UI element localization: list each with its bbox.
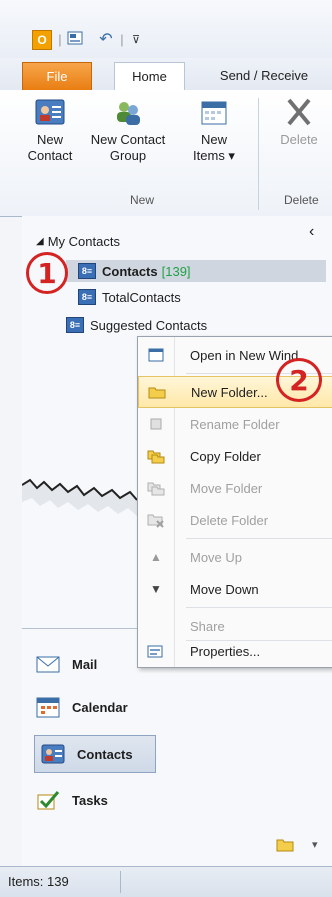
nav-button-label: Mail <box>72 656 98 672</box>
new-contact-group-label-1: New Contact <box>90 132 166 147</box>
new-items-label-2: Items ▾ <box>193 148 235 163</box>
undo-icon[interactable]: ↶ <box>96 30 116 48</box>
tree-item-totalcontacts[interactable]: 8≡ TotalContacts <box>78 286 181 308</box>
tree-root-label: My Contacts <box>47 233 120 249</box>
collapse-triangle-icon[interactable]: ◢ <box>36 236 44 247</box>
group-label-new: New <box>130 193 155 207</box>
open-window-icon <box>147 347 165 363</box>
mail-envelope-icon <box>36 653 60 675</box>
delete-label: Delete <box>280 132 318 147</box>
arrow-up-icon: ▲ <box>150 550 162 564</box>
new-contact-label-1: New <box>36 132 63 147</box>
new-contact-group-label-2: Group <box>109 148 147 163</box>
new-items-label-1: New <box>200 132 227 147</box>
menu-item-properties[interactable]: Properties... <box>138 635 332 667</box>
nav-button-label: Calendar <box>72 699 128 715</box>
menu-item-delete-folder: Delete Folder <box>138 504 332 536</box>
menu-item-move-folder: Move Folder <box>138 472 332 504</box>
calendar-items-icon <box>198 96 230 128</box>
status-bar: Items: 139 <box>0 866 332 897</box>
new-contact-group-button[interactable]: New Contact Group <box>82 90 174 164</box>
torn-page-divider <box>21 440 138 560</box>
delete-button[interactable]: Delete <box>266 90 332 148</box>
tab-home[interactable]: Home <box>114 62 185 91</box>
contacts-folder-icon: 8≡ <box>78 263 96 279</box>
tab-send-receive[interactable]: Send / Receive <box>196 62 332 89</box>
arrow-down-icon: ▼ <box>150 582 162 596</box>
new-items-button[interactable]: New Items ▾ <box>184 90 244 164</box>
tree-item-suggested-contacts[interactable]: 8≡ Suggested Contacts <box>66 314 207 336</box>
tasks-checkmark-icon <box>36 789 60 811</box>
menu-item-label: Share <box>190 618 225 634</box>
tree-item-label: Contacts <box>102 263 158 279</box>
menu-item-move-down[interactable]: ▼ Move Down <box>138 573 332 605</box>
new-contact-label-2: Contact <box>27 148 73 163</box>
calendar-icon <box>36 696 60 718</box>
menu-item-move-up: ▲ Move Up <box>138 541 332 573</box>
properties-icon <box>147 643 165 659</box>
rename-folder-icon <box>147 416 165 432</box>
ribbon: New Contact New Contact Group New Items … <box>0 90 332 217</box>
menu-item-label: Rename Folder <box>190 416 280 432</box>
tree-item-contacts[interactable]: 8≡ Contacts [139] <box>66 260 326 282</box>
menu-item-label: Move Down <box>190 581 259 597</box>
status-separator <box>120 871 121 893</box>
nav-button-label: Tasks <box>72 792 108 808</box>
contacts-folder-icon: 8≡ <box>78 289 96 305</box>
outlook-logo-icon[interactable]: O <box>32 30 52 50</box>
menu-item-copy-folder[interactable]: Copy Folder <box>138 440 332 472</box>
group-label-delete: Delete <box>284 193 319 207</box>
tab-file[interactable]: File <box>22 62 92 90</box>
menu-item-label: Move Up <box>190 549 243 565</box>
nav-button-label: Contacts <box>77 746 133 762</box>
new-contact-button[interactable]: New Contact <box>22 90 78 164</box>
tree-root-my-contacts[interactable]: ◢ My Contacts <box>36 230 120 252</box>
annotation-step-2: 2 <box>276 358 322 402</box>
configure-buttons-icon[interactable]: ▾ <box>312 838 318 851</box>
quick-access-toolbar: O | ↶ | ⊽ <box>0 0 332 58</box>
menu-item-label: Delete Folder <box>190 512 269 528</box>
delete-folder-icon <box>147 512 165 528</box>
new-folder-icon <box>148 384 166 400</box>
folder-list-icon[interactable] <box>276 838 296 855</box>
copy-folder-icon <box>147 448 165 464</box>
qat-separator: | <box>58 31 62 47</box>
tree-item-label: TotalContacts <box>102 289 181 305</box>
tree-item-label: Suggested Contacts <box>90 317 208 333</box>
delete-x-icon <box>283 96 315 128</box>
menu-item-rename-folder: Rename Folder <box>138 408 332 440</box>
menu-item-label: Open in New Wind <box>190 347 299 363</box>
nav-button-contacts[interactable]: Contacts <box>34 735 156 773</box>
nav-button-calendar[interactable]: Calendar <box>22 689 332 725</box>
qat-separator: | <box>120 31 124 47</box>
menu-item-label: Properties... <box>190 643 261 659</box>
menu-item-label: Copy Folder <box>190 448 261 464</box>
nav-button-mail[interactable]: Mail <box>22 646 138 682</box>
send-receive-icon[interactable] <box>66 30 86 48</box>
group-separator <box>258 98 259 210</box>
menu-separator <box>186 607 332 608</box>
customize-qat-icon[interactable]: ⊽ <box>128 30 144 48</box>
contacts-card-icon <box>41 743 65 765</box>
status-items-count: Items: 139 <box>8 874 69 889</box>
nav-splitter[interactable] <box>22 628 138 629</box>
contact-group-icon <box>112 96 144 128</box>
menu-separator <box>186 538 332 539</box>
menu-item-label: Move Folder <box>190 480 263 496</box>
annotation-step-1: 1 <box>26 252 68 294</box>
contacts-folder-icon: 8≡ <box>66 317 84 333</box>
move-folder-icon <box>147 480 165 496</box>
nav-button-tasks[interactable]: Tasks <box>22 782 332 818</box>
contact-card-icon <box>34 96 66 128</box>
minimize-pane-icon[interactable]: ‹ <box>309 223 314 241</box>
item-count: [139] <box>161 263 191 279</box>
menu-item-label: New Folder... <box>191 384 268 400</box>
ribbon-tabs: File Home Send / Receive <box>0 58 332 91</box>
